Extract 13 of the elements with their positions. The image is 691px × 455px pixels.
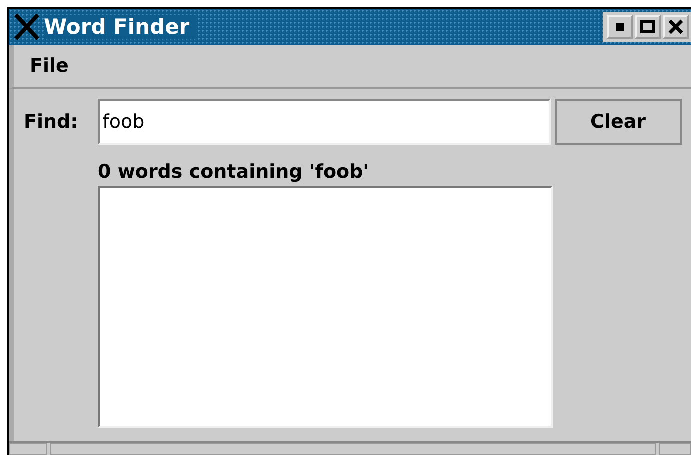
x-logo-icon bbox=[14, 14, 40, 40]
find-label: Find: bbox=[24, 111, 80, 133]
find-field[interactable]: foob bbox=[98, 99, 551, 145]
minimize-button[interactable] bbox=[607, 15, 633, 39]
maximize-icon bbox=[640, 20, 656, 34]
maximize-button[interactable] bbox=[635, 15, 661, 39]
menu-item[interactable]: File bbox=[24, 53, 75, 79]
window-title: Word Finder bbox=[44, 15, 198, 39]
square-icon bbox=[616, 23, 624, 31]
close-icon bbox=[668, 19, 684, 35]
clear-button[interactable]: Clear bbox=[554, 99, 682, 145]
close-button[interactable] bbox=[663, 15, 689, 39]
result-count: 0 words containing 'foob' bbox=[98, 161, 370, 183]
